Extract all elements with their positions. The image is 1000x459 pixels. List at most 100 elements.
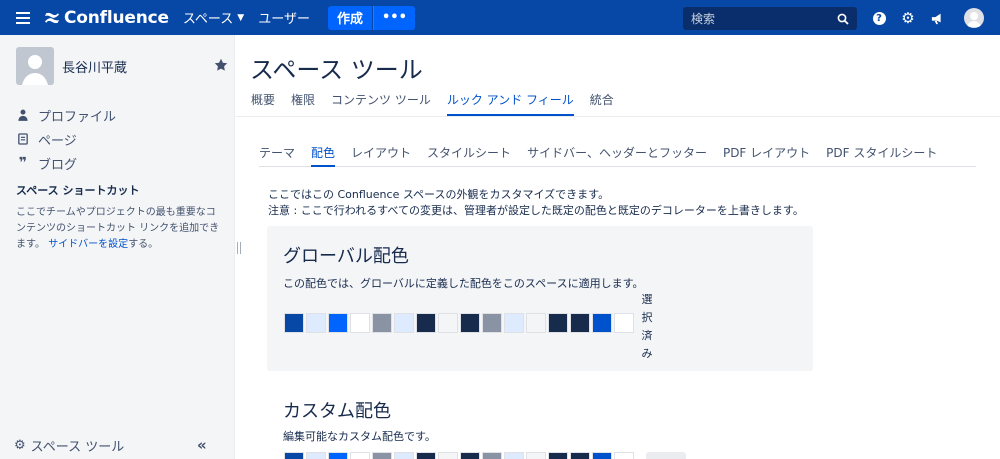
avatar[interactable] <box>16 47 54 85</box>
color-swatch <box>460 452 480 459</box>
sidebar-item-blog[interactable]: ❞ ブログ <box>16 151 116 175</box>
collapse-sidebar-icon[interactable]: « <box>197 436 207 454</box>
create-button[interactable]: 作成 <box>327 5 372 30</box>
sidebar-item-profile[interactable]: プロファイル <box>16 103 116 127</box>
top-navigation-bar: Confluence スペース ▼ ユーザー 作成 ••• 検索 ? ⚙ <box>0 0 1000 35</box>
shortcut-section-title: スペース ショートカット <box>16 184 140 197</box>
global-scheme-desc: この配色では、グローバルに定義した配色をこのスペースに適用します。 <box>283 277 644 290</box>
settings-gear-icon[interactable]: ⚙ <box>900 9 916 27</box>
color-swatch <box>570 313 590 333</box>
tab-permissions[interactable]: 権限 <box>291 91 315 116</box>
users-link[interactable]: ユーザー <box>258 8 310 27</box>
app-name: Confluence <box>64 7 169 28</box>
subtab-pdf-stylesheet[interactable]: PDF スタイルシート <box>826 144 937 161</box>
create-more-button[interactable]: ••• <box>372 5 415 30</box>
sidebar-item-label: ページ <box>38 133 77 149</box>
color-swatch <box>328 313 348 333</box>
color-swatch <box>438 313 458 333</box>
color-swatch <box>614 313 634 333</box>
sub-tabs: テーマ 配色 レイアウト スタイルシート サイドバー、ヘッダーとフッター PDF… <box>259 144 976 167</box>
app-switcher-menu-icon[interactable] <box>16 11 30 24</box>
subtab-sidebar-header-footer[interactable]: サイドバー、ヘッダーとフッター <box>527 144 707 161</box>
search-placeholder: 検索 <box>691 12 716 26</box>
tab-look-and-feel[interactable]: ルック アンド フィール <box>446 91 574 116</box>
confluence-logo-icon <box>45 12 59 23</box>
global-color-scheme-panel[interactable]: グローバル配色 この配色では、グローバルに定義した配色をこのスペースに適用します… <box>267 226 813 371</box>
color-swatch <box>526 313 546 333</box>
color-swatch <box>504 452 524 459</box>
sidebar-item-label: ブログ <box>38 157 78 173</box>
sidebar-user: 長谷川平蔵 <box>16 47 228 85</box>
gear-icon: ⚙ <box>14 438 26 453</box>
color-swatch <box>548 452 568 459</box>
spaces-menu-label: スペース <box>182 12 234 27</box>
subtab-layout[interactable]: レイアウト <box>351 144 411 161</box>
sidebar: 長谷川平蔵 プロファイル ページ ❞ ブログ スペース ショートカット ここでチ… <box>0 35 235 459</box>
sidebar-resize-handle[interactable] <box>237 242 241 254</box>
custom-scheme-desc: 編集可能なカスタム配色です。 <box>283 430 436 443</box>
custom-scheme-swatches <box>284 452 636 459</box>
spaces-menu[interactable]: スペース ▼ <box>183 8 244 27</box>
main-tabs: 概要 権限 コンテンツ ツール ルック アンド フィール 統合 <box>251 91 630 116</box>
tab-content-tools[interactable]: コンテンツ ツール <box>331 91 431 116</box>
color-swatch <box>614 452 634 459</box>
intro-text: ここではこの Confluence スペースの外観をカスタマイズできます。 注意… <box>268 187 804 219</box>
color-swatch <box>482 452 502 459</box>
tab-overview[interactable]: 概要 <box>251 91 275 116</box>
shortcut-desc-tail: する。 <box>128 239 159 250</box>
configure-sidebar-link[interactable]: サイドバーを設定 <box>48 239 128 250</box>
star-icon[interactable] <box>214 58 228 72</box>
help-icon[interactable]: ? <box>871 10 887 26</box>
color-swatch <box>328 452 348 459</box>
color-swatch <box>394 452 414 459</box>
users-link-label: ユーザー <box>258 12 310 27</box>
color-swatch <box>504 313 524 333</box>
color-swatch <box>306 313 326 333</box>
subtab-pdf-layout[interactable]: PDF レイアウト <box>723 144 810 161</box>
sidebar-nav: プロファイル ページ ❞ ブログ <box>16 103 116 175</box>
notifications-megaphone-icon[interactable] <box>930 10 946 26</box>
custom-scheme-title: カスタム配色 <box>283 401 391 422</box>
color-swatch <box>460 313 480 333</box>
confluence-logo[interactable]: Confluence <box>44 8 169 28</box>
color-swatch <box>284 313 304 333</box>
subtab-color-scheme[interactable]: 配色 <box>311 144 336 167</box>
space-tools-button[interactable]: ⚙ スペース ツール <box>14 436 124 455</box>
user-avatar[interactable] <box>964 8 984 28</box>
page-icon <box>16 133 30 145</box>
search-input[interactable]: 検索 <box>683 7 857 30</box>
color-swatch <box>482 313 502 333</box>
search-icon <box>837 13 849 25</box>
page-title: スペース ツール <box>250 56 423 84</box>
global-scheme-swatches <box>284 313 636 333</box>
custom-scheme-edit-button[interactable] <box>646 452 686 459</box>
selected-label: 選択済み <box>641 293 653 360</box>
color-swatch <box>284 452 304 459</box>
subtab-theme[interactable]: テーマ <box>259 144 295 161</box>
tab-integrations[interactable]: 統合 <box>590 91 614 116</box>
tabs-divider <box>236 116 1000 117</box>
global-scheme-title: グローバル配色 <box>283 246 409 267</box>
space-name[interactable]: 長谷川平蔵 <box>62 57 127 76</box>
subtab-stylesheet[interactable]: スタイルシート <box>427 144 511 161</box>
space-tools-label: スペース ツール <box>30 440 125 455</box>
color-swatch <box>416 313 436 333</box>
color-swatch <box>350 452 370 459</box>
color-swatch <box>592 313 612 333</box>
intro-line-2: 注意 : ここで行われるすべての変更は、管理者が設定した既定の配色と既定のデコレ… <box>268 204 804 217</box>
color-swatch <box>526 452 546 459</box>
shortcut-section-desc: ここでチームやプロジェクトの最も重要なコンテンツのショートカット リンクを追加で… <box>16 205 221 253</box>
color-swatch <box>438 452 458 459</box>
sidebar-item-pages[interactable]: ページ <box>16 127 116 151</box>
color-swatch <box>372 313 392 333</box>
color-swatch <box>548 313 568 333</box>
intro-line-1: ここではこの Confluence スペースの外観をカスタマイズできます。 <box>268 188 610 201</box>
color-swatch <box>306 452 326 459</box>
color-swatch <box>592 452 612 459</box>
color-swatch <box>570 452 590 459</box>
color-swatch <box>372 452 392 459</box>
chevron-down-icon: ▼ <box>237 12 245 23</box>
color-swatch <box>394 313 414 333</box>
color-swatch <box>350 313 370 333</box>
quote-icon: ❞ <box>18 155 28 171</box>
